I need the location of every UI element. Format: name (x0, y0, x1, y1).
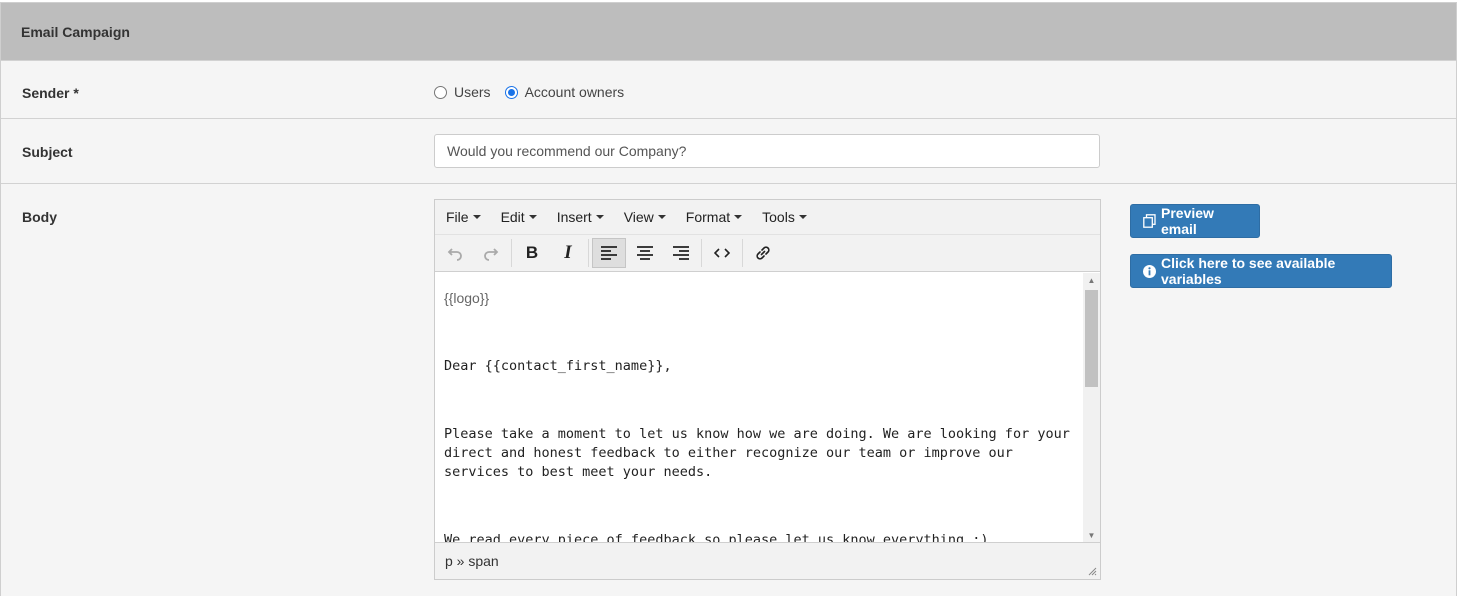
menu-edit[interactable]: Edit (501, 209, 537, 225)
sender-row: Sender * Users Account owners (1, 61, 1456, 119)
caret-down-icon (528, 215, 537, 219)
menu-format-label: Format (685, 209, 731, 225)
body-paragraph-1: Please take a moment to let us know how … (444, 426, 1070, 480)
align-center-icon[interactable] (628, 238, 662, 268)
body-row: Body File Edit Insert View Format Tools … (1, 184, 1456, 596)
menu-insert[interactable]: Insert (557, 209, 604, 225)
menu-tools[interactable]: Tools (762, 209, 807, 225)
menu-file[interactable]: File (446, 209, 481, 225)
toolbar-separator (742, 239, 743, 267)
menu-insert-label: Insert (556, 209, 592, 225)
sender-option-account-owners[interactable]: Account owners (504, 84, 625, 100)
toolbar-separator (588, 239, 589, 267)
caret-down-icon (734, 215, 743, 219)
redo-icon[interactable] (474, 238, 508, 268)
subject-label: Subject (22, 144, 73, 160)
editor-menubar: File Edit Insert View Format Tools (435, 200, 1100, 235)
link-icon[interactable] (746, 238, 780, 268)
info-circle-icon (1143, 264, 1156, 278)
menu-file-label: File (446, 209, 469, 225)
preview-email-label: Preview email (1161, 205, 1214, 237)
align-left-icon[interactable] (592, 238, 626, 268)
editor-toolbar: B I (435, 235, 1100, 272)
toolbar-separator (511, 239, 512, 267)
available-variables-button[interactable]: Click here to see available variables (1130, 254, 1392, 288)
menu-format[interactable]: Format (685, 209, 743, 225)
panel-title: Email Campaign (1, 3, 1456, 61)
caret-down-icon (595, 215, 604, 219)
scroll-down-arrow-icon[interactable]: ▼ (1083, 528, 1100, 542)
caret-down-icon (798, 215, 807, 219)
menu-tools-label: Tools (762, 209, 795, 225)
sender-option-users[interactable]: Users (434, 84, 491, 100)
greeting-text: Dear {{contact_first_name}}, (444, 358, 672, 374)
editor-statusbar: p » span (435, 542, 1100, 579)
sender-label: Sender * (22, 85, 79, 101)
subject-row: Subject (1, 119, 1456, 184)
body-paragraph-2: We read every piece of feedback so pleas… (444, 532, 989, 542)
element-path[interactable]: p » span (445, 553, 499, 569)
toolbar-separator (701, 239, 702, 267)
italic-icon[interactable]: I (551, 238, 585, 268)
editor-scrollbar[interactable]: ▲ ▼ (1083, 273, 1100, 542)
align-right-icon[interactable] (664, 238, 698, 268)
users-radio-label: Users (454, 84, 491, 100)
menu-view-label: View (623, 209, 654, 225)
users-radio[interactable] (434, 85, 447, 99)
account-owners-radio-label: Account owners (524, 84, 625, 100)
sender-radio-group: Users Account owners (434, 84, 638, 100)
editor-content-area[interactable]: {{logo}} Dear {{contact_first_name}}, Pl… (435, 273, 1083, 542)
preview-email-button[interactable]: Preview email (1130, 204, 1260, 238)
scroll-up-arrow-icon[interactable]: ▲ (1083, 273, 1100, 287)
body-label: Body (22, 209, 57, 225)
available-variables-label: Click here to see available variables (1161, 255, 1336, 287)
bold-icon[interactable]: B (515, 238, 549, 268)
email-campaign-panel: Email Campaign Sender * Users Account ow… (0, 2, 1457, 596)
copy-icon (1143, 214, 1156, 228)
resize-handle-icon[interactable] (1087, 566, 1097, 576)
caret-down-icon (472, 215, 481, 219)
account-owners-radio[interactable] (504, 85, 518, 99)
logo-variable: {{logo}} (444, 290, 490, 306)
menu-view[interactable]: View (624, 209, 666, 225)
source-code-icon[interactable] (705, 238, 739, 268)
scroll-thumb[interactable] (1085, 290, 1098, 387)
subject-input[interactable] (434, 134, 1100, 168)
undo-icon[interactable] (438, 238, 472, 268)
menu-edit-label: Edit (500, 209, 525, 225)
caret-down-icon (657, 215, 666, 219)
rich-text-editor: File Edit Insert View Format Tools B I {… (434, 199, 1101, 580)
